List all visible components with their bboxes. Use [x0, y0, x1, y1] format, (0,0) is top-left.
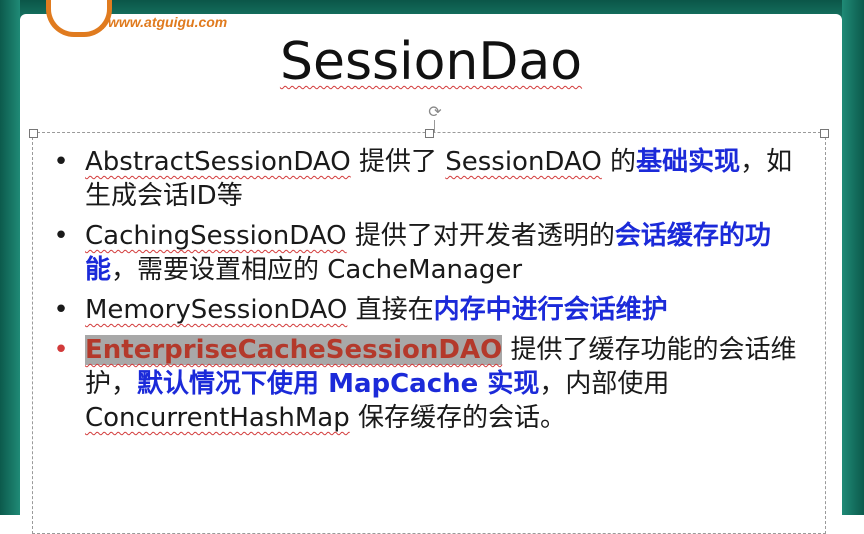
list-item: • AbstractSessionDAO 提供了 SessionDAO 的基础实…	[47, 145, 807, 213]
bullet-icon: •	[53, 335, 69, 365]
window-frame-right	[842, 0, 864, 515]
list-item: • MemorySessionDAO 直接在内存中进行会话维护	[47, 293, 807, 327]
list-item: • CachingSessionDAO 提供了对开发者透明的会话缓存的功能，需要…	[47, 219, 807, 287]
bullet-icon: •	[53, 221, 69, 251]
list-item: • EnterpriseCacheSessionDAO 提供了缓存功能的会话维护…	[47, 333, 807, 435]
site-url: www.atguigu.com	[108, 14, 228, 30]
bullet-icon: •	[53, 147, 69, 177]
resize-handle-top-right[interactable]	[820, 129, 829, 138]
bullet-list: • AbstractSessionDAO 提供了 SessionDAO 的基础实…	[47, 145, 807, 441]
slide-title-text: SessionDao	[279, 32, 583, 92]
selected-text[interactable]: EnterpriseCacheSessionDAO	[85, 335, 503, 365]
content-text-box[interactable]: • AbstractSessionDAO 提供了 SessionDAO 的基础实…	[29, 129, 829, 534]
rotate-handle-stem	[434, 120, 435, 132]
window-frame-left	[0, 0, 20, 515]
slide-canvas: www.atguigu.com SessionDao ⟳ • AbstractS…	[20, 0, 842, 534]
bullet-icon: •	[53, 295, 69, 325]
resize-handle-top-left[interactable]	[29, 129, 38, 138]
resize-handle-top-center[interactable]	[425, 129, 434, 138]
rotate-handle-icon[interactable]: ⟳	[427, 104, 443, 120]
slide-title[interactable]: SessionDao	[20, 32, 842, 92]
